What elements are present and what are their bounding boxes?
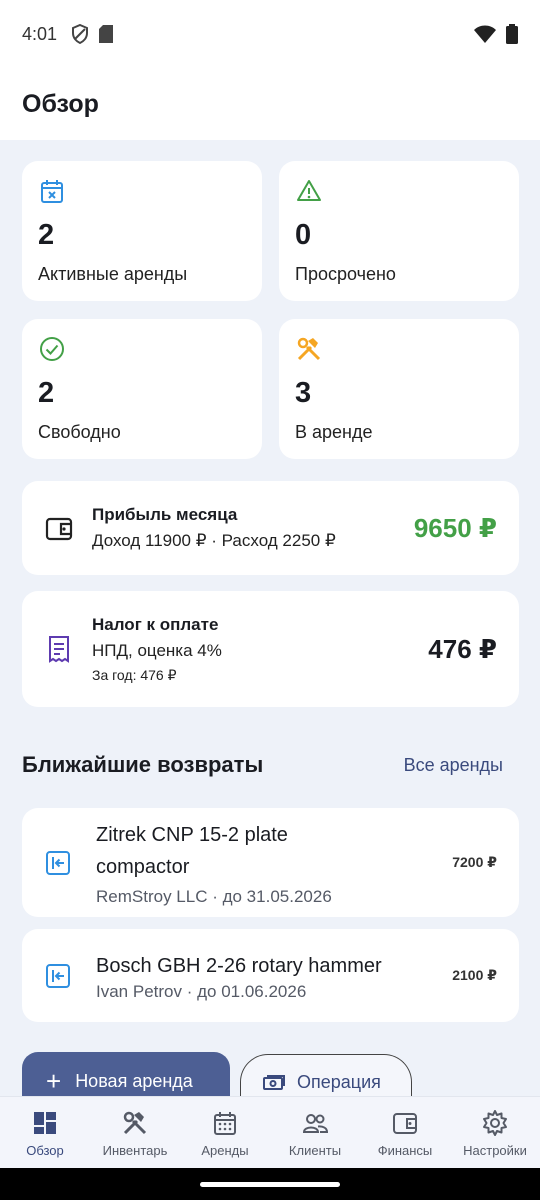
all-rentals-link[interactable]: Все аренды [404,755,503,776]
return-item-meta: RemStroy LLC · до 31.05.2026 [96,886,332,906]
profit-subtitle: Доход 11900 ₽ · Расход 2250 ₽ [92,531,336,550]
nav-item-rentals[interactable]: Аренды [180,1097,270,1168]
return-item[interactable]: Bosch GBH 2-26 rotary hammer Ivan Petrov… [22,929,519,1022]
tax-subtitle: НПД, оценка 4% [92,640,222,660]
profit-title: Прибыль месяца [92,505,238,524]
wifi-icon [474,25,496,43]
stat-value: 0 [295,219,312,251]
status-time: 4:01 [22,23,58,44]
tools-icon [123,1111,147,1135]
stat-label: Просрочено [295,264,396,284]
section-title: Ближайшие возвраты [22,752,264,777]
calendar-icon [214,1112,236,1135]
dashboard-icon [34,1112,56,1134]
tax-year-note: За год: 476 ₽ [92,666,177,683]
tax-card[interactable]: Налог к оплате НПД, оценка 4% За год: 47… [22,591,519,707]
return-item[interactable]: Zitrek CNP 15-2 plate compactor RemStroy… [22,808,519,917]
calendar-x-icon [41,180,63,203]
nav-item-inventory[interactable]: Инвентарь [90,1097,180,1168]
new-rental-label: Новая аренда [75,1070,193,1091]
shield-icon [72,24,89,44]
wallet-icon [45,517,73,541]
profit-amount: 9650 ₽ [413,512,497,543]
nav-item-clients[interactable]: Клиенты [270,1097,360,1168]
people-icon [302,1114,329,1133]
sd-card-icon [99,25,114,43]
warning-icon [297,180,321,201]
stat-label: В аренде [295,422,373,442]
wallet-icon [393,1113,417,1134]
receipt-icon [49,636,69,663]
battery-icon [506,24,518,44]
return-item-name: Bosch GBH 2-26 rotary hammer [96,954,382,977]
tax-amount: 476 ₽ [428,633,497,664]
return-item-name: Zitrek CNP 15-2 plate compactor [96,823,288,878]
nav-label: Настройки [463,1143,527,1158]
tools-icon [297,337,321,361]
return-item-meta: Ivan Petrov · до 01.06.2026 [96,981,307,1001]
plus-icon: + [46,1066,62,1096]
nav-label: Финансы [377,1143,433,1158]
operation-label: Операция [297,1072,381,1092]
stat-label: Активные аренды [38,264,188,284]
return-icon [46,850,70,875]
stat-card-rented[interactable]: 3 В аренде [279,319,519,459]
returns-section-header: Ближайшие возвраты Все аренды [22,745,519,785]
gear-icon [483,1110,507,1136]
stat-card-active-rentals[interactable]: 2 Активные аренды [22,161,262,301]
return-item-price: 2100 ₽ [452,967,497,983]
nav-item-settings[interactable]: Настройки [450,1097,540,1168]
bottom-nav: Обзор Инвентарь Аренды Клиенты Финансы Н… [0,1096,540,1168]
cash-icon [263,1074,285,1090]
nav-label: Аренды [201,1143,249,1158]
stat-value: 2 [38,219,55,251]
page-title: Обзор [22,89,99,118]
return-item-price: 7200 ₽ [452,854,497,870]
tax-title: Налог к оплате [92,614,219,634]
stat-card-overdue[interactable]: 0 Просрочено [279,161,519,301]
nav-item-overview[interactable]: Обзор [0,1097,90,1168]
app-header: Обзор [0,68,540,140]
status-bar: 4:01 [0,0,540,68]
nav-item-finance[interactable]: Финансы [360,1097,450,1168]
check-circle-icon [40,337,64,361]
nav-label: Клиенты [288,1143,342,1158]
stat-card-available[interactable]: 2 Свободно [22,319,262,459]
stat-label: Свободно [38,422,121,442]
home-indicator[interactable] [200,1182,340,1187]
stat-value: 2 [38,377,55,409]
stat-value: 3 [295,377,312,409]
gesture-bar [0,1168,540,1200]
profit-card[interactable]: Прибыль месяца Доход 11900 ₽ · Расход 22… [22,481,519,575]
return-icon [46,963,70,988]
nav-label: Инвентарь [102,1143,168,1158]
nav-label: Обзор [26,1143,64,1158]
